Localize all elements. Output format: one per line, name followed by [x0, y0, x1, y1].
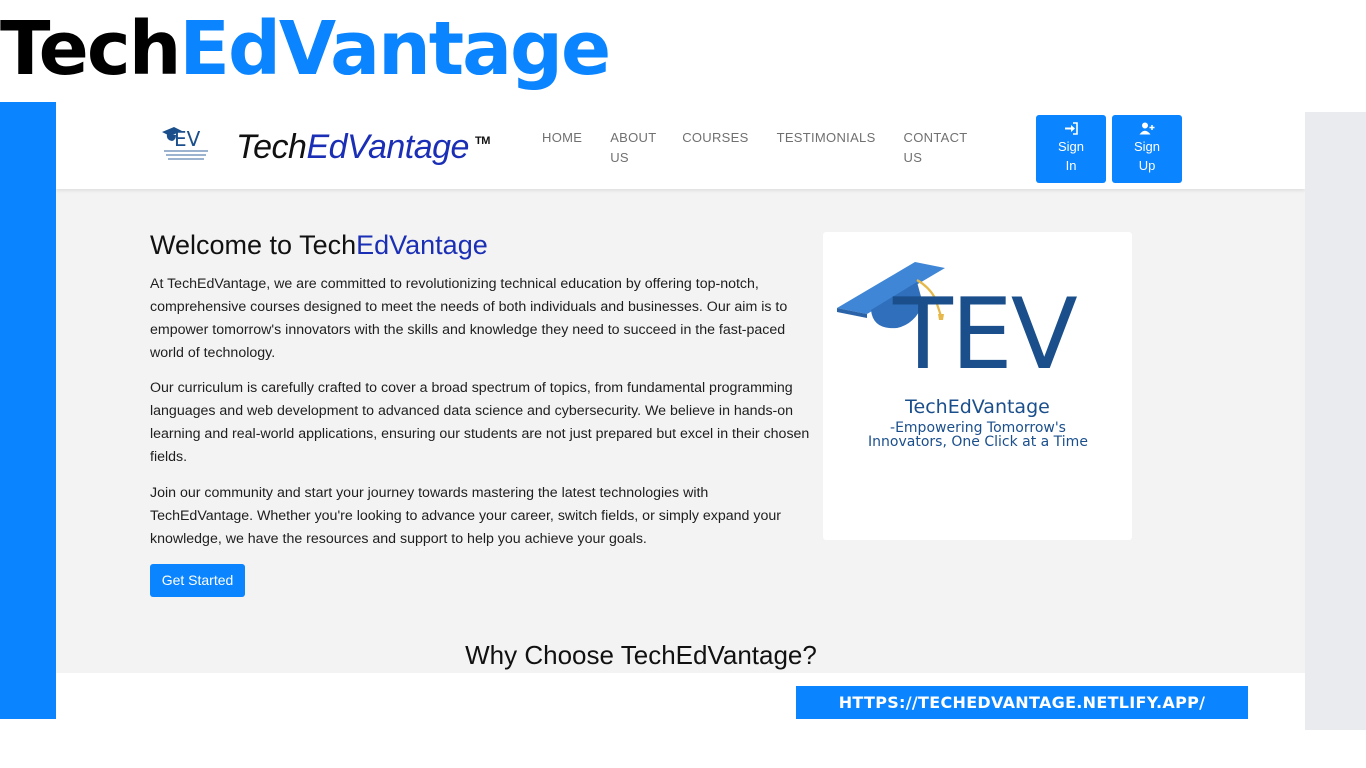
nav-links: HOME ABOUT US COURSES TESTIMONIALS CONTA… [542, 128, 998, 168]
logo-tagline: -Empowering Tomorrow's Innovators, One C… [868, 420, 1088, 450]
trademark-mark: TM [474, 135, 490, 147]
hero-paragraph-1: At TechEdVantage, we are committed to re… [150, 276, 788, 361]
slide-title-part1: Tech [0, 6, 181, 92]
logo-monogram: TEV [893, 278, 1078, 392]
slide-title-part2: EdVantage [179, 6, 611, 92]
hero-title-part1: Welcome to Tech [150, 230, 357, 260]
sign-in-button[interactable]: Sign In [1036, 115, 1106, 183]
site-logo-icon[interactable]: EV [160, 122, 212, 166]
nav-link-courses[interactable]: COURSES [682, 128, 748, 168]
nav-brand-part1: Tech [236, 128, 307, 166]
nav-link-testimonials[interactable]: TESTIMONIALS [777, 128, 876, 168]
nav-brand-part2: EdVantage [306, 128, 469, 166]
hero-paragraph-3: Join our community and start your journe… [150, 485, 781, 547]
user-plus-icon [1139, 122, 1155, 135]
logo-card: TEV TechEdVantage -Empowering Tomorrow's… [823, 232, 1132, 540]
sign-in-icon [1065, 122, 1078, 135]
right-grey-strip [1305, 112, 1366, 730]
sign-up-label: Sign Up [1133, 139, 1161, 173]
slide-title: TechEdVantage [0, 4, 611, 94]
hero-paragraph-2: Our curriculum is carefully crafted to c… [150, 380, 810, 465]
navbar: EV TechEdVantage TM HOME ABOUT US COURSES… [56, 102, 1305, 189]
hero-title: Welcome to TechEdVantage [150, 230, 488, 261]
nav-brand[interactable]: TechEdVantage TM [236, 128, 490, 167]
sign-up-button[interactable]: Sign Up [1112, 115, 1182, 183]
hero-title-part2: EdVantage [356, 230, 488, 260]
get-started-button[interactable]: Get Started [150, 564, 245, 597]
sign-in-label: Sign In [1057, 139, 1085, 173]
website-screenshot: EV TechEdVantage TM HOME ABOUT US COURSES… [56, 102, 1305, 719]
url-banner[interactable]: HTTPS://TECHEDVANTAGE.NETLIFY.APP/ [796, 686, 1248, 719]
nav-link-about-us[interactable]: ABOUT US [610, 128, 656, 168]
section-heading-text: Why Choose TechEdVantage? [465, 640, 817, 670]
logo-name: TechEdVantage [905, 396, 1050, 418]
nav-link-contact-us[interactable]: CONTACT US [904, 128, 970, 168]
svg-text:EV: EV [174, 127, 201, 151]
left-accent-strip [0, 102, 56, 719]
section-heading: Why Choose TechEdVantage? [56, 640, 1226, 671]
nav-link-home[interactable]: HOME [542, 128, 582, 168]
